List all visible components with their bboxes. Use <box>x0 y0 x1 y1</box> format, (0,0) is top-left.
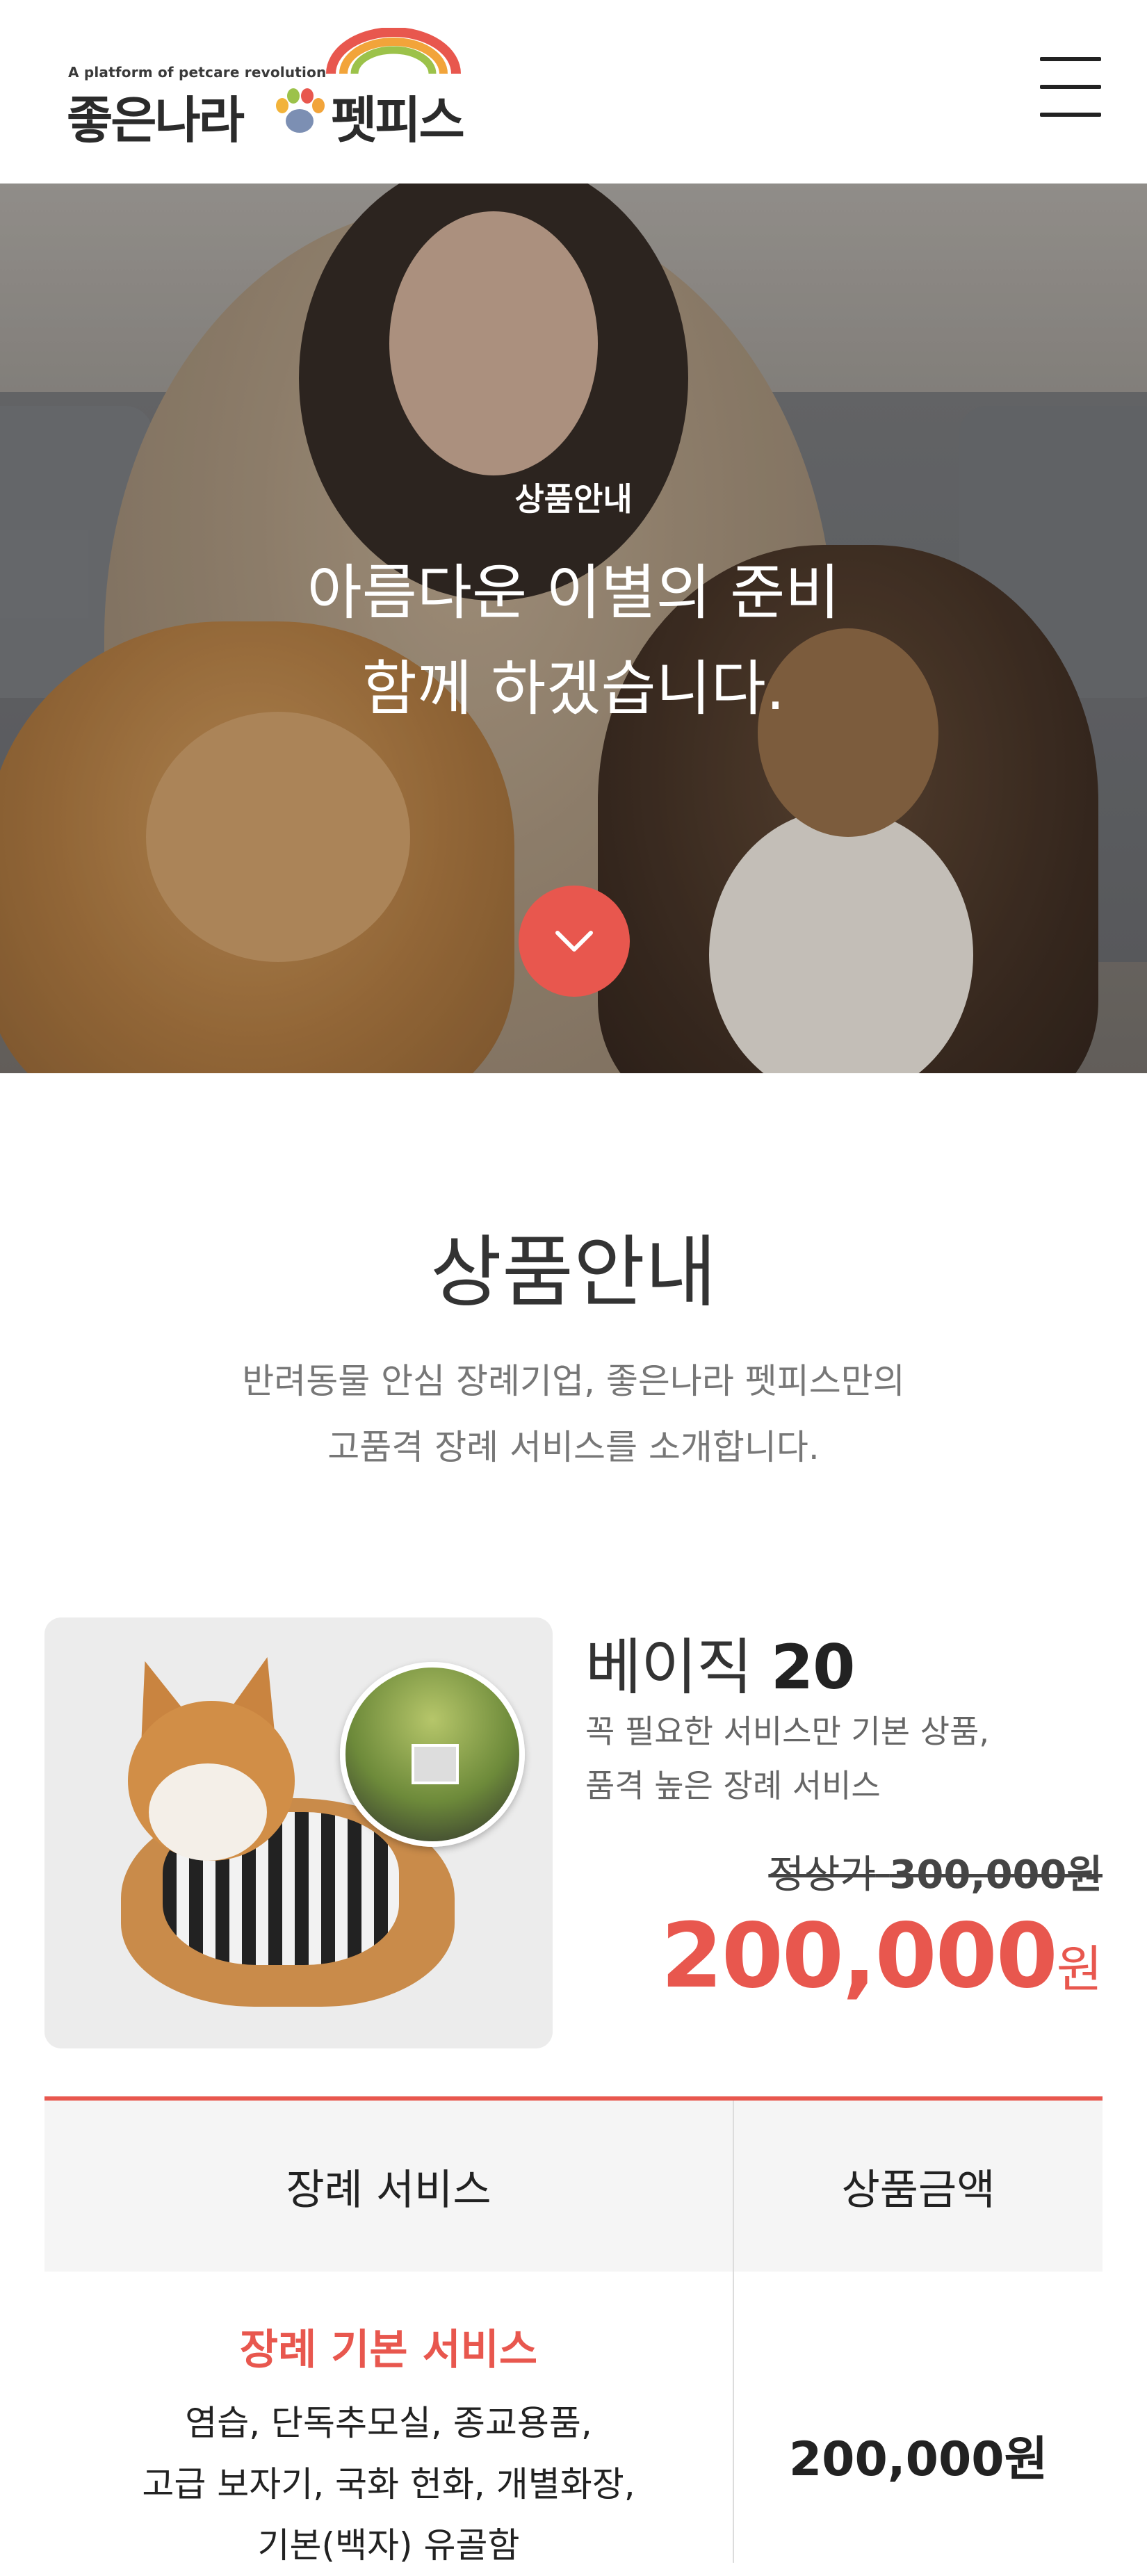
table-header-price: 상품금액 <box>734 2101 1103 2272</box>
product-name-text: 베이직 <box>585 1631 753 1703</box>
section-description-line1: 반려동물 안심 장례기업, 좋은나라 펫피스만의 <box>242 1361 905 1401</box>
sale-price: 200,000원 <box>661 1905 1103 2008</box>
product-image <box>44 1617 553 2048</box>
hero-title-line1: 아름다운 이별의 준비 <box>307 558 840 628</box>
sale-price-value: 200,000 <box>660 1905 1058 2008</box>
service-row-description-line2: 고급 보자기, 국화 헌화, 개별화장, <box>142 2464 635 2504</box>
site-header: A platform of petcare revolution 좋은나라 펫피… <box>0 0 1147 184</box>
paw-icon <box>276 88 325 133</box>
rainbow-logo-icon <box>326 28 461 74</box>
service-row-description: 염습, 단독추모실, 종교용품, 고급 보자기, 국화 헌화, 개별화장, 기본… <box>44 2392 733 2576</box>
product-description: 꼭 필요한 서비스만 기본 상품, 품격 높은 장례 서비스 <box>585 1704 989 1813</box>
chevron-down-icon <box>555 931 593 952</box>
section-description-line2: 고품격 장례 서비스를 소개합니다. <box>327 1427 820 1467</box>
product-name-number: 20 <box>770 1631 855 1703</box>
product-name: 베이직 20 <box>585 1618 855 1706</box>
hamburger-menu-icon[interactable] <box>1036 57 1105 120</box>
sale-price-unit: 원 <box>1056 1940 1103 1998</box>
hero-label: 상품안내 <box>514 480 633 518</box>
brand-tagline: A platform of petcare revolution <box>68 64 327 81</box>
service-row-description-line1: 염습, 단독추모실, 종교용품, <box>185 2403 592 2443</box>
product-description-line1: 꼭 필요한 서비스만 기본 상품, <box>585 1713 989 1750</box>
hero-title-line2: 함께 하겠습니다. <box>361 654 786 724</box>
original-price-label: 정상가 <box>768 1852 876 1898</box>
service-row-price: 200,000원 <box>788 2432 1048 2487</box>
memorial-room-thumbnail <box>340 1662 525 1847</box>
scroll-down-button[interactable] <box>519 886 630 997</box>
brand-name-left: 좋은나라 <box>67 91 245 149</box>
table-header-service: 장례 서비스 <box>44 2101 733 2272</box>
service-row-title: 장례 기본 서비스 <box>239 2326 538 2374</box>
service-price-table: 장례 서비스 상품금액 장례 기본 서비스 염습, 단독추모실, 종교용품, 고… <box>44 2096 1103 2566</box>
original-price: 정상가 300,000원 <box>768 1843 1103 1900</box>
original-price-value: 300,000원 <box>889 1852 1103 1898</box>
service-row-description-line3: 기본(백자) 유골함 <box>257 2525 520 2566</box>
brand-logo[interactable]: A platform of petcare revolution 좋은나라 펫피… <box>67 28 470 149</box>
section-title: 상품안내 <box>430 1228 717 1318</box>
hero-title: 아름다운 이별의 준비 함께 하겠습니다. <box>0 545 1147 737</box>
brand-name-right: 펫피스 <box>331 91 465 149</box>
hero-banner: 상품안내 아름다운 이별의 준비 함께 하겠습니다. <box>0 184 1147 1073</box>
section-description: 반려동물 안심 장례기업, 좋은나라 펫피스만의 고품격 장례 서비스를 소개합… <box>0 1348 1147 1481</box>
product-description-line2: 품격 높은 장례 서비스 <box>585 1767 881 1804</box>
table-divider <box>733 2101 734 2563</box>
